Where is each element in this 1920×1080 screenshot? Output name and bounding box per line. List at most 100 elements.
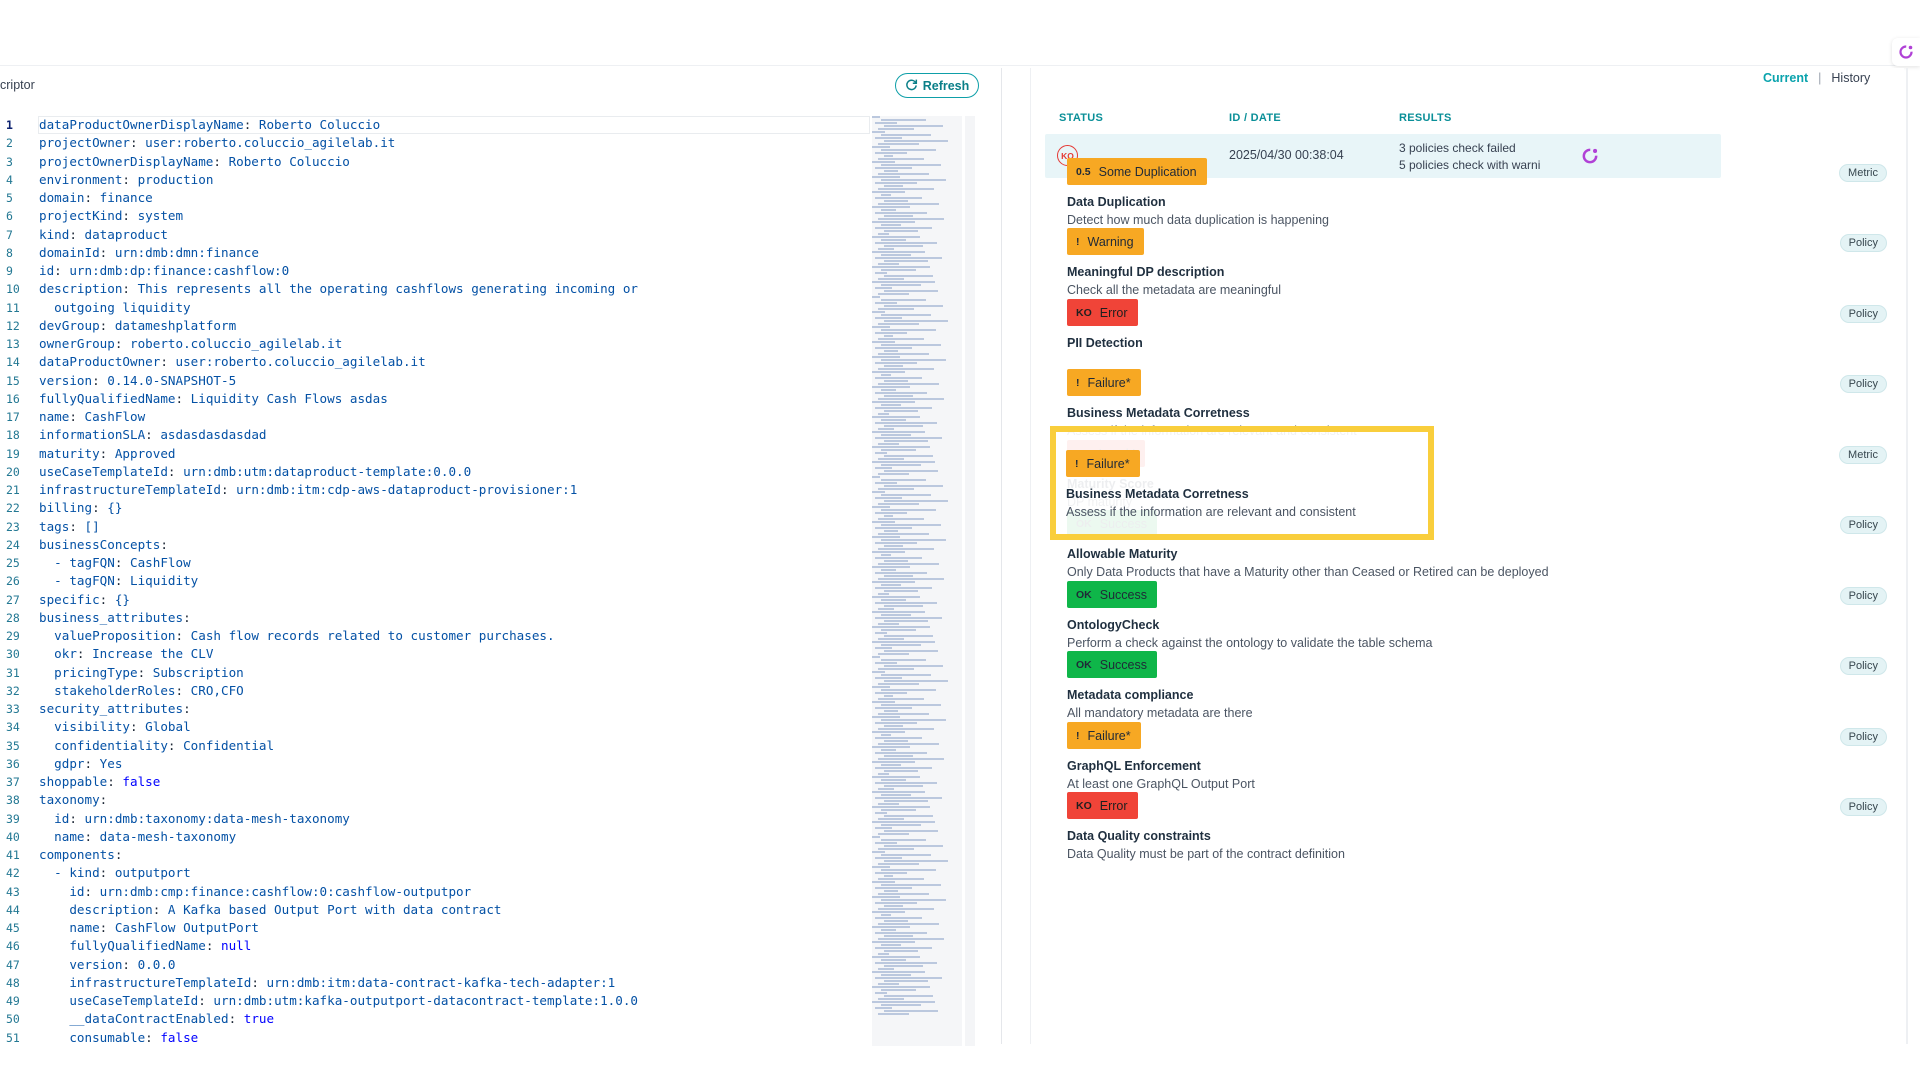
minimap-line: [881, 929, 896, 931]
code-line[interactable]: 3 projectOwnerDisplayName: Roberto Colucc…: [0, 153, 870, 171]
yaml-value: CashFlow: [84, 409, 146, 424]
minimap-line: [875, 227, 932, 229]
code-line[interactable]: 45 name: CashFlow OutputPort: [0, 919, 870, 937]
editor-minimap[interactable]: [872, 116, 962, 1046]
check-item[interactable]: ! Failure* GraphQL Enforcement At least one…: [1067, 722, 1887, 791]
code-line[interactable]: 46 fullyQualifiedName: null: [0, 937, 870, 955]
code-line[interactable]: 4 environment: production: [0, 171, 870, 189]
code-line[interactable]: 31 pricingType: Subscription: [0, 664, 870, 682]
code-line[interactable]: 30 okr: Increase the CLV: [0, 645, 870, 663]
line-number: 30: [6, 647, 20, 662]
code-line[interactable]: 40 name: data-mesh-taxonomy: [0, 828, 870, 846]
line-number: 1: [6, 118, 13, 132]
code-line[interactable]: 41 components:: [0, 846, 870, 864]
minimap-line: [875, 122, 897, 124]
toggle-current[interactable]: Current: [1763, 71, 1808, 85]
code-line[interactable]: 22 billing: {}: [0, 499, 870, 517]
code-line[interactable]: 5 domain: finance: [0, 189, 870, 207]
code-line[interactable]: 24 businessConcepts:: [0, 536, 870, 554]
code-line[interactable]: 14 dataProductOwner: user:roberto.colucci…: [0, 353, 870, 371]
code-line[interactable]: 37 shoppable: false: [0, 773, 870, 791]
code-line[interactable]: 17 name: CashFlow: [0, 408, 870, 426]
code-line[interactable]: 48 infrastructureTemplateId: urn:dmb:itm…: [0, 974, 870, 992]
minimap-line: [884, 215, 913, 217]
minimap-line: [884, 995, 933, 997]
yaml-value: outgoing liquidity: [39, 299, 191, 315]
minimap-line: [884, 485, 943, 487]
check-badge: OK Success: [1067, 581, 1157, 608]
code-text: informationSLA: asdasdasdasdad: [26, 426, 266, 444]
code-line[interactable]: 6 projectKind: system: [0, 207, 870, 225]
line-number: 19: [6, 446, 20, 461]
code-line[interactable]: 19 maturity: Approved: [0, 445, 870, 463]
minimap-line: [878, 263, 899, 265]
code-line[interactable]: 25 - tagFQN: CashFlow: [0, 554, 870, 572]
line-number: 11: [6, 300, 20, 315]
code-line[interactable]: 47 version: 0.0.0: [0, 956, 870, 974]
minimap-line: [872, 776, 920, 778]
code-line[interactable]: 38 taxonomy:: [0, 791, 870, 809]
editor-scrollbar[interactable]: [965, 116, 975, 1046]
minimap-line: [872, 236, 920, 238]
code-line[interactable]: 23 tags: []: [0, 518, 870, 536]
yaml-colon: :: [205, 938, 221, 954]
code-line[interactable]: 36 gdpr: Yes: [0, 755, 870, 773]
code-line[interactable]: 18 informationSLA: asdasdasdasdad: [0, 426, 870, 444]
code-line[interactable]: 13 ownerGroup: roberto.coluccio_agilelab.…: [0, 335, 870, 353]
yaml-value: {}: [107, 500, 123, 516]
code-line[interactable]: 29 valueProposition: Cash flow records r…: [0, 627, 870, 645]
code-line[interactable]: 49 useCaseTemplateId: urn:dmb:utm:kafka-…: [0, 992, 870, 1010]
code-editor[interactable]: 1 dataProductOwnerDisplayName: Roberto Co…: [0, 116, 870, 1046]
minimap-line: [884, 590, 918, 592]
code-line[interactable]: 33 security_attributes:: [0, 700, 870, 718]
minimap-line: [875, 1007, 892, 1009]
check-item[interactable]: 0.5 Some Duplication Data Duplication Detec…: [1067, 158, 1887, 227]
code-line[interactable]: 50 __dataContractEnabled: true: [0, 1010, 870, 1028]
code-line[interactable]: 39 id: urn:dmb:taxonomy:data-mesh-taxono…: [0, 810, 870, 828]
minimap-line: [881, 944, 901, 946]
code-text: - tagFQN: CashFlow: [26, 554, 191, 572]
minimap-line: [872, 746, 910, 748]
code-line[interactable]: 11 outgoing liquidity: [0, 299, 870, 317]
minimap-line: [875, 797, 942, 799]
code-line[interactable]: 2 projectOwner: user:roberto.coluccio_agi…: [0, 134, 870, 152]
spinner-icon[interactable]: [1892, 38, 1920, 66]
yaml-colon: :: [84, 190, 100, 205]
toggle-history[interactable]: History: [1831, 71, 1870, 85]
code-line[interactable]: 9 id: urn:dmb:dp:finance:cashflow:0: [0, 262, 870, 280]
refresh-button[interactable]: Refresh: [895, 73, 979, 98]
code-line[interactable]: 12 devGroup: datameshplatform: [0, 317, 870, 335]
check-item[interactable]: ! Warning Meaningful DP description Check a…: [1067, 228, 1887, 297]
yaml-key: domainId: [39, 244, 100, 260]
code-line[interactable]: 28 business_attributes:: [0, 609, 870, 627]
panel-scrollbar[interactable]: [1906, 68, 1908, 1044]
code-line[interactable]: 35 confidentiality: Confidential: [0, 737, 870, 755]
check-item[interactable]: OK Success Metadata compliance All mandator…: [1067, 651, 1887, 720]
code-line[interactable]: 20 useCaseTemplateId: urn:dmb:utm:datapro…: [0, 463, 870, 481]
code-line[interactable]: 42 - kind: outputport: [0, 864, 870, 882]
check-item[interactable]: KO Error Data Quality constraints Data Qual…: [1067, 792, 1887, 861]
code-line[interactable]: 16 fullyQualifiedName: Liquidity Cash Flo…: [0, 390, 870, 408]
code-line[interactable]: 7 kind: dataproduct: [0, 226, 870, 244]
code-text: stakeholderRoles: CRO,CFO: [26, 682, 244, 700]
code-line[interactable]: 32 stakeholderRoles: CRO,CFO: [0, 682, 870, 700]
check-item[interactable]: KO Error PII Detection Policy: [1067, 299, 1887, 354]
code-line[interactable]: 44 description: A Kafka based Output Por…: [0, 901, 870, 919]
code-line[interactable]: 51 consumable: false: [0, 1029, 870, 1047]
code-line[interactable]: 8 domainId: urn:dmb:dmn:finance: [0, 244, 870, 262]
line-number: 35: [6, 738, 20, 753]
minimap-line: [872, 641, 935, 643]
minimap-line: [875, 572, 927, 574]
code-line[interactable]: 43 id: urn:dmb:cmp:finance:cashflow:0:ca…: [0, 883, 870, 901]
check-item[interactable]: OK Success OntologyCheck Perform a check ag…: [1067, 581, 1887, 650]
code-line[interactable]: 34 visibility: Global: [0, 718, 870, 736]
code-line[interactable]: 27 specific: {}: [0, 591, 870, 609]
badge-label: Failure*: [1086, 456, 1130, 471]
code-line[interactable]: 10 description: This represents all the o…: [0, 280, 870, 298]
code-line[interactable]: 1 dataProductOwnerDisplayName: Roberto Co…: [0, 116, 870, 134]
line-number: 16: [6, 391, 20, 406]
code-line[interactable]: 15 version: 0.14.0-SNAPSHOT-5: [0, 372, 870, 390]
minimap-line: [878, 683, 919, 685]
code-line[interactable]: 26 - tagFQN: Liquidity: [0, 572, 870, 590]
code-line[interactable]: 21 infrastructureTemplateId: urn:dmb:itm:…: [0, 481, 870, 499]
